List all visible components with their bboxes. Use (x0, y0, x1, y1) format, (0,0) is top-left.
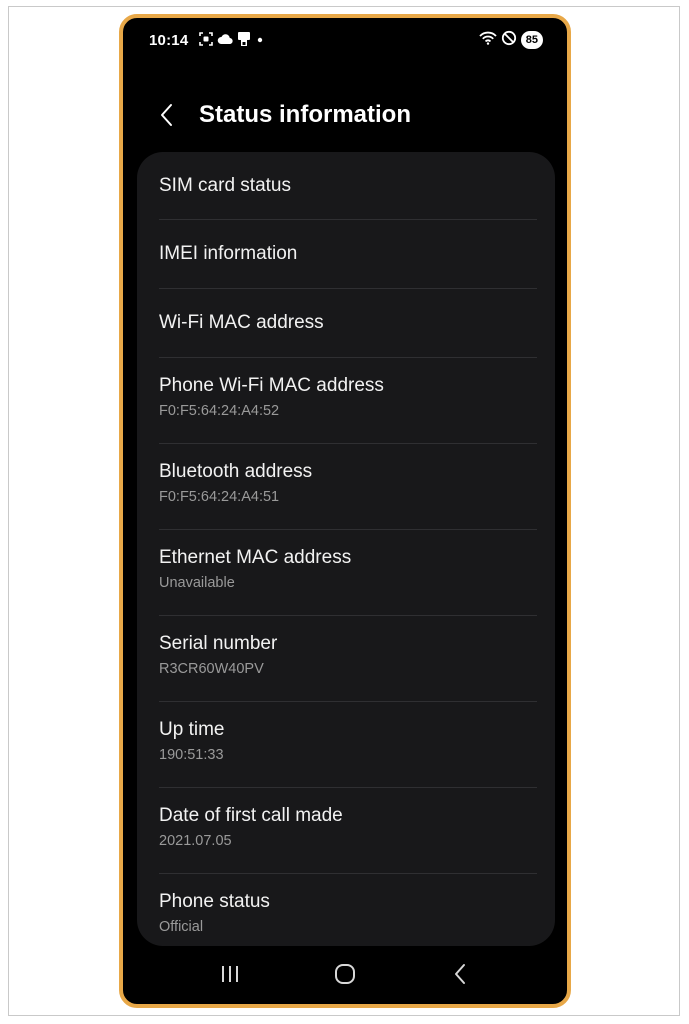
list-item-bluetooth-address: Bluetooth address F0:F5:64:24:A4:51 (159, 444, 537, 530)
recents-button[interactable] (206, 954, 254, 994)
back-chevron-icon (161, 104, 172, 126)
list-item-label: Up time (159, 719, 225, 740)
phone-screen: 10:14 85 Status information SIM card sta… (119, 14, 571, 1008)
list-item-date-of-first-call: Date of first call made 2021.07.05 (159, 788, 537, 874)
list-item-value: Unavailable (159, 575, 235, 591)
nfc-icon (237, 31, 251, 52)
do-not-disturb-icon (501, 30, 517, 51)
list-item-imei-information[interactable]: IMEI information (159, 220, 537, 289)
status-icons-left (199, 31, 265, 52)
dot-icon (255, 32, 265, 50)
wifi-icon (479, 31, 497, 50)
list-item-sim-card-status[interactable]: SIM card status (159, 152, 537, 220)
list-item-phone-wifi-mac-address: Phone Wi-Fi MAC address F0:F5:64:24:A4:5… (159, 358, 537, 444)
list-item-label: Bluetooth address (159, 461, 313, 482)
list-item-label: Ethernet MAC address (159, 547, 352, 568)
list-item-label: Phone Wi-Fi MAC address (159, 375, 384, 396)
status-bar: 10:14 85 (123, 18, 567, 64)
list-item-label: IMEI information (159, 243, 298, 264)
list-item-serial-number: Serial number R3CR60W40PV (159, 616, 537, 702)
list-item-wifi-mac-address[interactable]: Wi-Fi MAC address (159, 289, 537, 358)
app-header: Status information (123, 90, 567, 138)
list-item-value: Official (159, 919, 204, 935)
list-item-label: SIM card status (159, 174, 291, 196)
screenshot-icon (199, 31, 213, 51)
status-clock: 10:14 (149, 32, 189, 49)
recents-icon (222, 966, 239, 982)
cloud-icon (217, 32, 233, 50)
list-item-label: Wi-Fi MAC address (159, 312, 324, 333)
status-icons-right: 85 (479, 30, 543, 50)
list-item-value: F0:F5:64:24:A4:52 (159, 403, 280, 419)
list-item-label: Date of first call made (159, 805, 343, 826)
navigation-bar (123, 944, 567, 1004)
page-title: Status information (199, 101, 412, 128)
battery-icon: 85 (520, 31, 543, 49)
list-item-phone-status[interactable]: Phone status Official (159, 874, 537, 946)
list-item-value: 2021.07.05 (159, 833, 232, 849)
list-item-up-time: Up time 190:51:33 (159, 702, 537, 788)
home-icon (334, 964, 355, 984)
list-item-ethernet-mac-address: Ethernet MAC address Unavailable (159, 530, 537, 616)
back-button[interactable] (153, 100, 181, 130)
status-info-list: SIM card status IMEI information Wi-Fi M… (137, 152, 555, 946)
nav-back-button[interactable] (436, 954, 484, 994)
list-item-label: Serial number (159, 633, 278, 654)
list-item-value: 190:51:33 (159, 747, 224, 763)
list-item-value: F0:F5:64:24:A4:51 (159, 489, 280, 505)
list-item-value: R3CR60W40PV (159, 661, 264, 677)
list-item-label: Phone status (159, 891, 270, 912)
home-button[interactable] (321, 954, 369, 994)
back-icon (454, 964, 465, 984)
